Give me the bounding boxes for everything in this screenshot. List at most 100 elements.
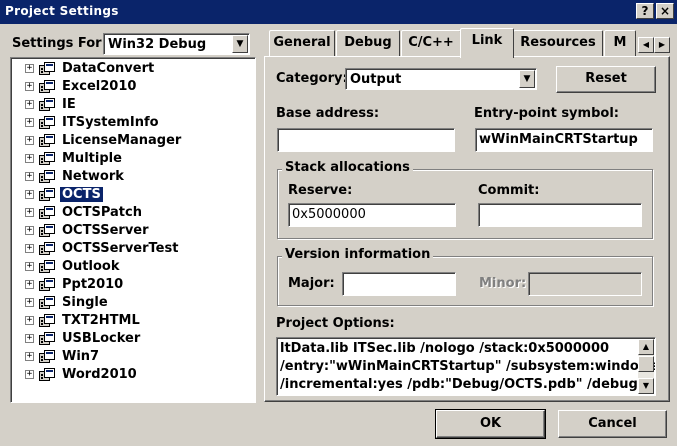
entry-point-input[interactable]: wWinMainCRTStartup [475, 128, 653, 152]
commit-label: Commit: [478, 183, 540, 198]
project-folder-icon [39, 350, 55, 363]
tab-scroll-left-icon[interactable]: ◀ [638, 37, 654, 53]
tree-item[interactable]: + LicenseManager [11, 132, 241, 150]
tab-m[interactable]: M [604, 30, 636, 56]
expand-icon[interactable]: + [25, 316, 34, 325]
scroll-thumb[interactable] [638, 356, 654, 372]
chevron-down-icon[interactable]: ▼ [232, 35, 248, 53]
reserve-label: Reserve: [288, 183, 353, 198]
project-options-textarea[interactable]: ltData.lib ITSec.lib /nologo /stack:0x50… [276, 337, 656, 396]
project-folder-icon [39, 62, 55, 75]
tree-item[interactable]: + Win7 [11, 348, 241, 366]
stack-allocations-label: Stack allocations [282, 160, 413, 175]
tree-item-label: OCTSPatch [62, 205, 142, 220]
close-button[interactable]: × [656, 3, 674, 19]
expand-icon[interactable]: + [25, 262, 34, 271]
tab-general[interactable]: General [269, 30, 335, 56]
tree-item-label: Multiple [62, 151, 122, 166]
expand-icon[interactable]: + [25, 226, 34, 235]
major-label: Major: [288, 276, 335, 291]
project-folder-icon [39, 224, 55, 237]
expand-icon[interactable]: + [25, 118, 34, 127]
chevron-down-icon[interactable]: ▼ [519, 70, 535, 88]
project-folder-icon [39, 332, 55, 345]
expand-icon[interactable]: + [25, 334, 34, 343]
expand-icon[interactable]: + [25, 244, 34, 253]
tree-item-label: OCTSServer [62, 223, 149, 238]
reset-button[interactable]: Reset [556, 66, 656, 93]
version-information-label: Version information [282, 247, 434, 262]
tree-item[interactable]: + IE [11, 96, 241, 114]
project-folder-icon [39, 206, 55, 219]
expand-icon[interactable]: + [25, 208, 34, 217]
tree-item-label: Word2010 [62, 367, 137, 382]
tree-item-label: Outlook [62, 259, 120, 274]
tree-item[interactable]: + USBLocker [11, 330, 241, 348]
tree-item-label: DataConvert [62, 61, 155, 76]
expand-icon[interactable]: + [25, 136, 34, 145]
ok-button[interactable]: OK [435, 409, 546, 439]
expand-icon[interactable]: + [25, 352, 34, 361]
tree-item[interactable]: + OCTSServerTest [11, 240, 241, 258]
project-folder-icon [39, 242, 55, 255]
major-input[interactable] [342, 272, 456, 296]
tree-item[interactable]: + TXT2HTML [11, 312, 241, 330]
minor-input [528, 272, 642, 296]
project-folder-icon [39, 98, 55, 111]
base-address-input[interactable] [277, 128, 455, 152]
scrollbar[interactable]: ▲ ▼ [638, 339, 654, 394]
entry-point-label: Entry-point symbol: [474, 106, 619, 121]
expand-icon[interactable]: + [25, 172, 34, 181]
help-button[interactable]: ? [636, 3, 654, 19]
tab-label: Debug [344, 35, 392, 50]
tab-debug[interactable]: Debug [336, 30, 400, 56]
tab-link[interactable]: Link [460, 28, 514, 58]
project-folder-icon [39, 278, 55, 291]
tree-item[interactable]: + OCTS [11, 186, 241, 204]
reserve-input[interactable]: 0x5000000 [288, 203, 456, 227]
settings-for-label: Settings For: [12, 36, 107, 51]
tab-c-c-[interactable]: C/C++ [401, 30, 461, 56]
cancel-button[interactable]: Cancel [558, 410, 667, 438]
tree-item[interactable]: + Ppt2010 [11, 276, 241, 294]
tree-item[interactable]: + OCTSPatch [11, 204, 241, 222]
tab-scroll-right-icon[interactable]: ▶ [654, 37, 670, 53]
title-bar[interactable]: Project Settings ? × [0, 0, 677, 24]
tree-item-label: LicenseManager [62, 133, 182, 148]
category-combo[interactable]: Output ▼ [345, 68, 537, 90]
tree-item[interactable]: + DataConvert [11, 60, 241, 78]
expand-icon[interactable]: + [25, 154, 34, 163]
expand-icon[interactable]: + [25, 190, 34, 199]
tree-item[interactable]: + Outlook [11, 258, 241, 276]
tree-item-label: USBLocker [62, 331, 141, 346]
tree-item[interactable]: + Multiple [11, 150, 241, 168]
tree-item-label: IE [62, 97, 76, 112]
tree-item[interactable]: + ITSystemInfo [11, 114, 241, 132]
settings-for-combo[interactable]: Win32 Debug ▼ [103, 33, 250, 55]
scroll-up-icon[interactable]: ▲ [638, 339, 654, 355]
tree-item[interactable]: + Excel2010 [11, 78, 241, 96]
tree-item-label: Ppt2010 [62, 277, 124, 292]
tree-item-label: Excel2010 [62, 79, 137, 94]
expand-icon[interactable]: + [25, 100, 34, 109]
tree-item-label: ITSystemInfo [62, 115, 159, 130]
tree-item[interactable]: + Word2010 [11, 366, 241, 384]
project-folder-icon [39, 260, 55, 273]
expand-icon[interactable]: + [25, 370, 34, 379]
tree-item-label: TXT2HTML [62, 313, 140, 328]
expand-icon[interactable]: + [25, 298, 34, 307]
expand-icon[interactable]: + [25, 280, 34, 289]
expand-icon[interactable]: + [25, 64, 34, 73]
tree-item[interactable]: + Single [11, 294, 241, 312]
tree-item[interactable]: + OCTSServer [11, 222, 241, 240]
tree-item[interactable]: + Network [11, 168, 241, 186]
category-value: Output [350, 72, 402, 87]
expand-icon[interactable]: + [25, 82, 34, 91]
tab-resources[interactable]: Resources [513, 30, 603, 56]
project-options-line: ltData.lib ITSec.lib /nologo /stack:0x50… [280, 341, 610, 356]
tree-item-label: Single [62, 295, 108, 310]
project-options-line: /incremental:yes /pdb:"Debug/OCTS.pdb" /… [280, 377, 638, 392]
scroll-down-icon[interactable]: ▼ [638, 378, 654, 394]
commit-input[interactable] [478, 203, 642, 227]
project-tree[interactable]: + DataConvert + Excel2010 + IE + ITSystemInfo + L… [10, 57, 256, 403]
